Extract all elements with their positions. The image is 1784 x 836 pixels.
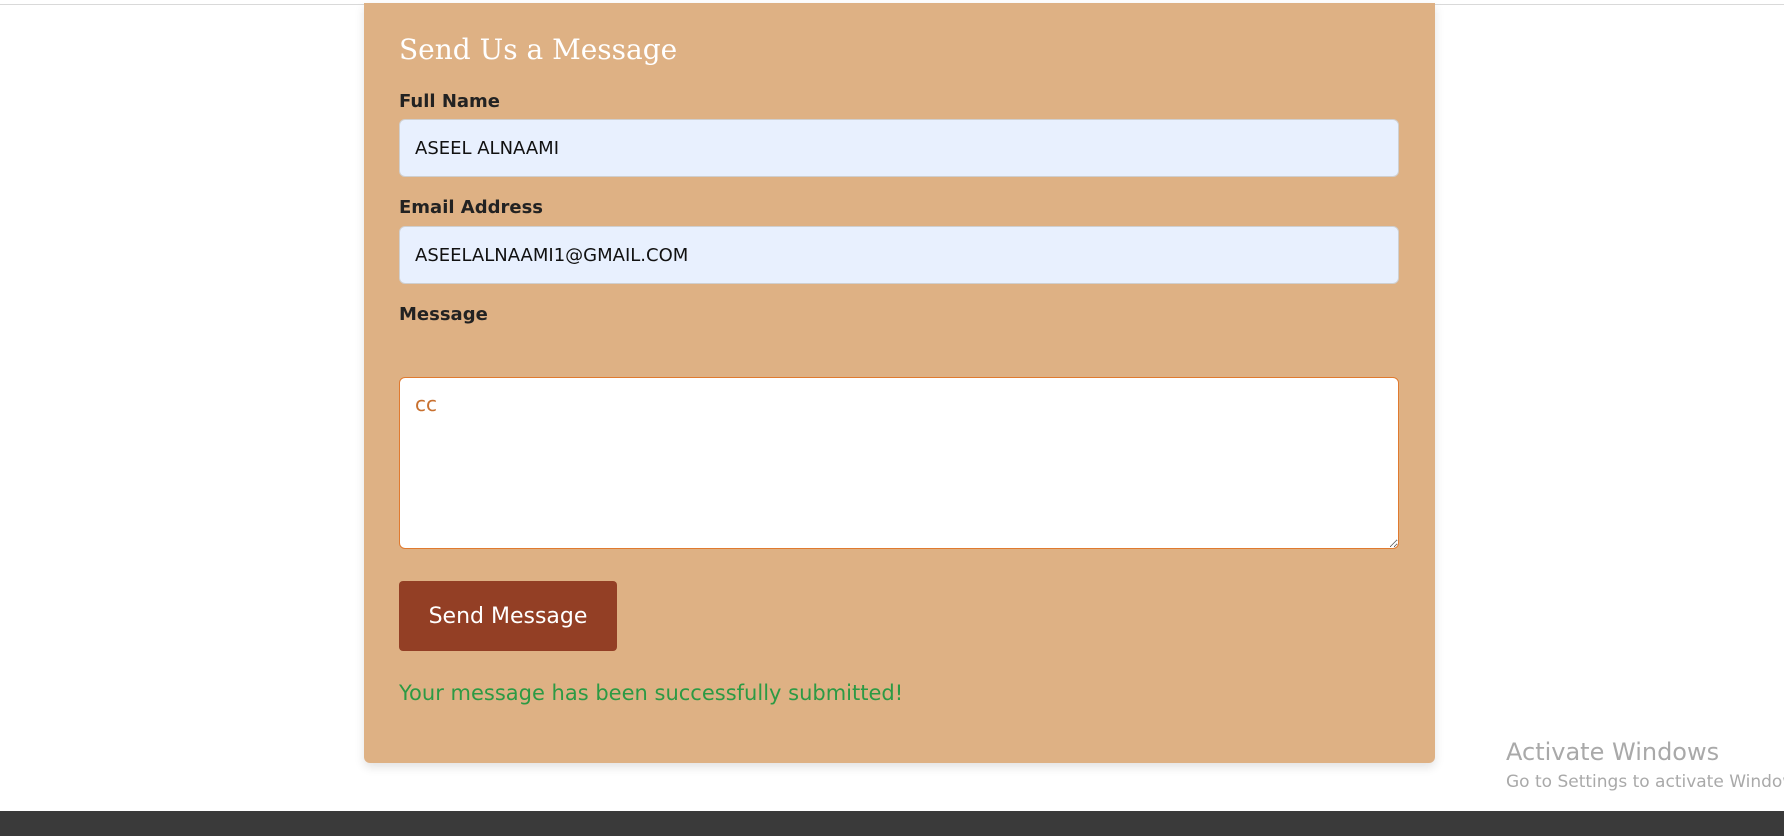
send-message-button[interactable]: Send Message [399, 581, 617, 651]
full-name-input[interactable] [399, 119, 1399, 177]
message-textarea[interactable]: cc [399, 377, 1399, 549]
activate-windows-subtitle: Go to Settings to activate Windows. [1506, 772, 1784, 792]
success-message: Your message has been successfully submi… [399, 681, 904, 705]
contact-form-card: Send Us a Message Full Name Email Addres… [364, 3, 1435, 763]
email-input[interactable] [399, 226, 1399, 284]
footer-bar [0, 811, 1784, 836]
activate-windows-title: Activate Windows [1506, 738, 1720, 766]
full-name-label: Full Name [399, 91, 500, 112]
form-title: Send Us a Message [399, 33, 678, 66]
message-label: Message [399, 304, 488, 325]
email-label: Email Address [399, 197, 544, 218]
